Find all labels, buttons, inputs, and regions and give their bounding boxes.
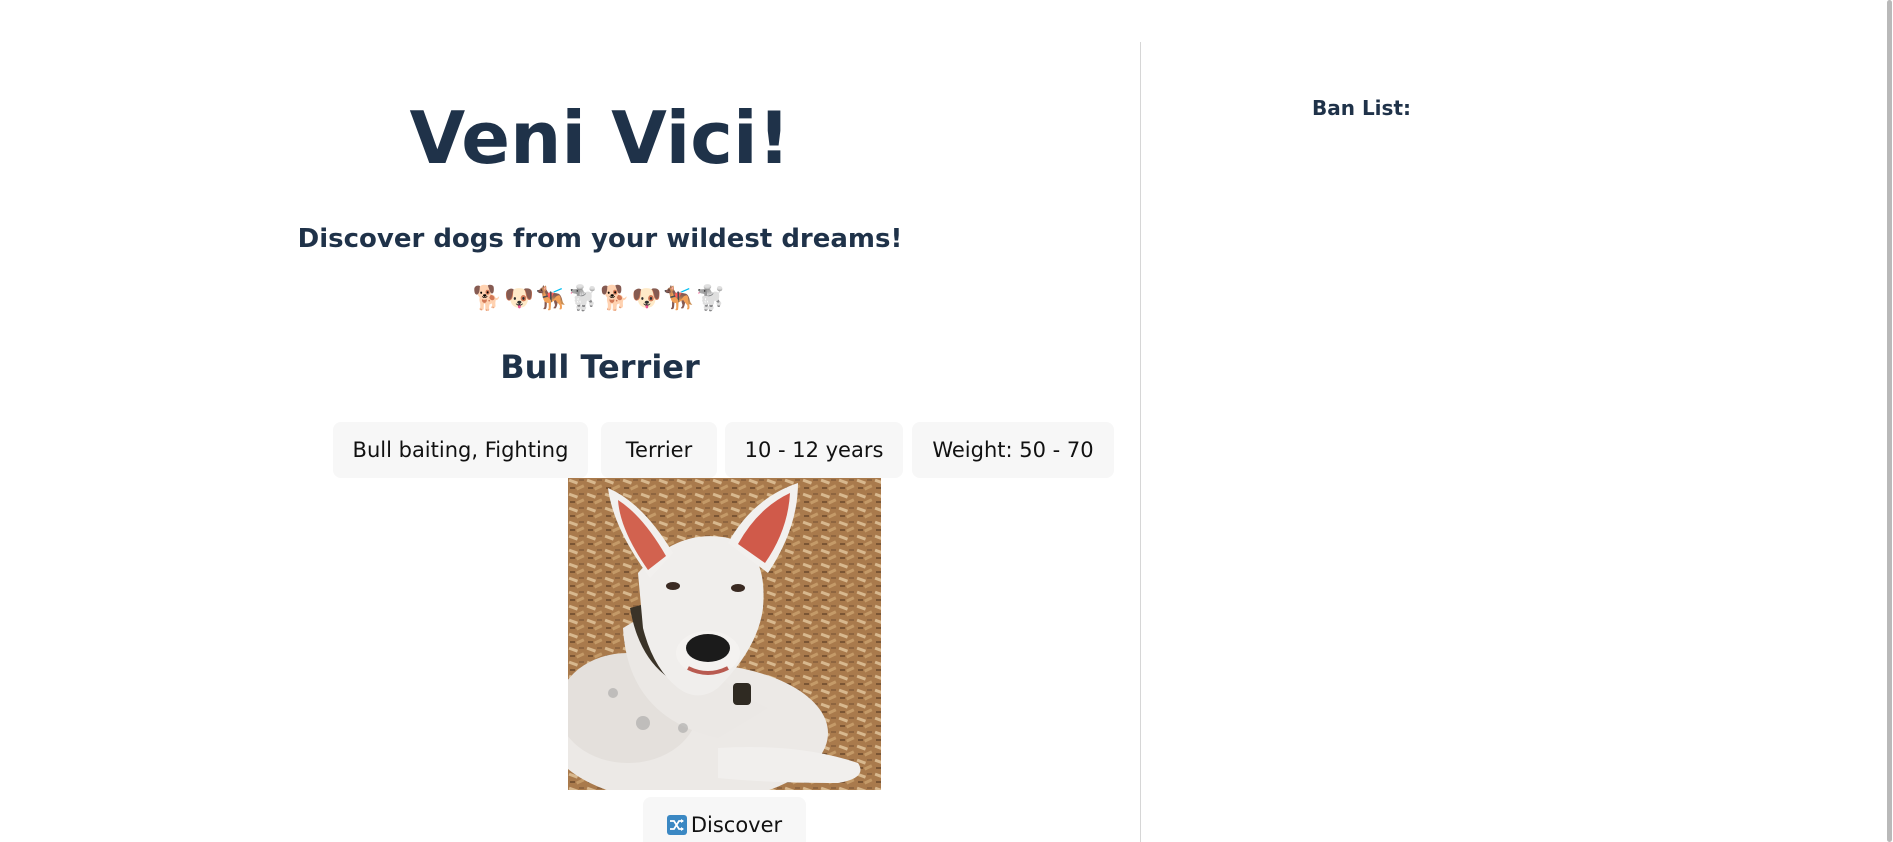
attribute-button-bred-for[interactable]: Bull baiting, Fighting: [333, 422, 588, 478]
attribute-button-weight[interactable]: Weight: 50 - 70: [912, 422, 1114, 478]
page-scrollbar[interactable]: [1885, 0, 1893, 842]
attribute-button-life-span[interactable]: 10 - 12 years: [725, 422, 903, 478]
app-root: Veni Vici! Discover dogs from your wilde…: [0, 0, 1893, 842]
ban-list-title: Ban List:: [1312, 96, 1412, 120]
attribute-button-breed-group[interactable]: Terrier: [601, 422, 717, 478]
shuffle-icon: [666, 815, 687, 835]
discover-button-label: Discover: [690, 813, 783, 837]
discover-panel: Veni Vici! Discover dogs from your wilde…: [0, 0, 1140, 842]
page-subtitle: Discover dogs from your wildest dreams!: [297, 224, 903, 254]
discover-button[interactable]: Discover: [643, 797, 806, 842]
page-title: Veni Vici!: [409, 96, 791, 180]
breed-name: Bull Terrier: [500, 348, 700, 386]
scrollbar-thumb[interactable]: [1887, 0, 1892, 842]
dog-emoji-strip: 🐕🐶🐕‍🦺🐩🐕🐶🐕‍🦺🐩: [472, 284, 728, 312]
panel-divider: [1140, 42, 1141, 842]
dog-image: [568, 478, 881, 790]
